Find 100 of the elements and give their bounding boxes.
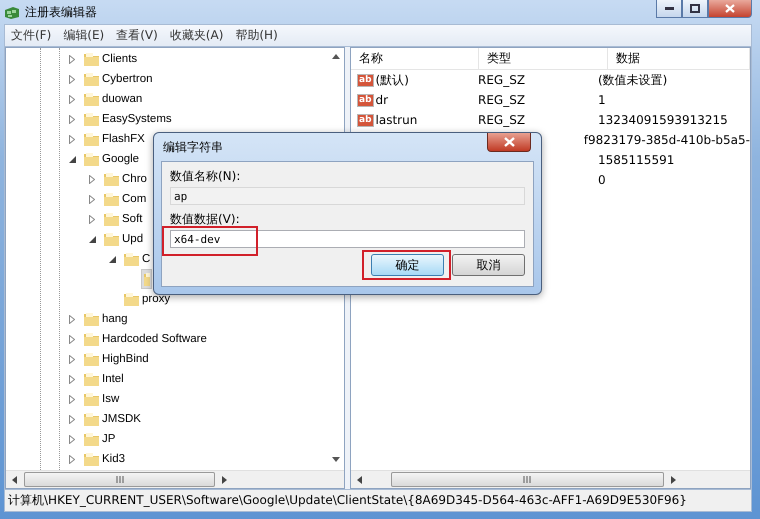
scroll-right-icon[interactable] xyxy=(221,476,228,484)
horizontal-scrollbar[interactable] xyxy=(6,470,344,488)
folder-icon xyxy=(123,251,140,267)
tree-item[interactable]: Cybertron xyxy=(82,70,154,88)
minimize-button[interactable] xyxy=(656,0,682,18)
expand-icon[interactable] xyxy=(69,134,75,144)
tree-item[interactable]: HighBind xyxy=(82,350,150,368)
tree-item[interactable]: Isw xyxy=(82,390,120,408)
tree-item[interactable]: FlashFX xyxy=(82,130,146,148)
maximize-icon xyxy=(690,4,700,13)
expand-icon[interactable] xyxy=(69,94,75,104)
minimize-icon xyxy=(664,7,674,10)
value-data: 1585115591 xyxy=(598,153,674,167)
column-header[interactable]: 数据 xyxy=(608,48,750,69)
folder-icon xyxy=(103,231,120,247)
folder-icon xyxy=(83,351,100,367)
tree-item[interactable]: Com xyxy=(102,190,148,208)
tree-item[interactable]: Soft xyxy=(102,210,144,228)
folder-icon xyxy=(103,191,120,207)
registry-editor-icon xyxy=(4,4,20,20)
expand-icon[interactable] xyxy=(69,374,75,384)
value-data-field[interactable]: x64-dev xyxy=(170,230,525,248)
tree-item[interactable]: duowan xyxy=(82,90,144,108)
folder-icon xyxy=(83,331,100,347)
field-label: 数值数据(V): xyxy=(170,211,241,228)
value-data: f9823179-385d-410b-b5a5- xyxy=(584,133,750,147)
tree-item[interactable]: Chro xyxy=(102,170,148,188)
tree-item[interactable]: Upd xyxy=(102,230,144,248)
horizontal-scrollbar[interactable] xyxy=(351,470,750,488)
expand-icon[interactable] xyxy=(69,314,75,324)
scroll-up-icon[interactable] xyxy=(332,54,340,59)
ok-button[interactable]: 确定 xyxy=(371,254,444,276)
column-header[interactable]: 类型 xyxy=(479,48,608,69)
folder-icon xyxy=(83,391,100,407)
folder-icon xyxy=(83,71,100,87)
close-icon xyxy=(725,4,735,13)
menu-item[interactable]: 帮助(H) xyxy=(229,27,284,44)
folder-icon xyxy=(103,171,120,187)
expand-icon[interactable] xyxy=(89,214,95,224)
menu-item[interactable]: 文件(F) xyxy=(5,27,58,44)
maximize-button[interactable] xyxy=(682,0,708,18)
expand-icon[interactable] xyxy=(69,414,75,424)
folder-icon xyxy=(83,131,100,147)
scroll-down-icon[interactable] xyxy=(332,457,340,462)
string-value-icon: ab xyxy=(357,114,374,126)
collapse-icon[interactable] xyxy=(109,256,116,262)
value-name: dr xyxy=(376,93,388,107)
expand-icon[interactable] xyxy=(89,174,95,184)
close-button[interactable] xyxy=(487,133,531,152)
string-value-icon: ab xyxy=(357,74,374,86)
tree-item[interactable]: JP xyxy=(82,430,116,448)
grip-icon xyxy=(116,476,124,483)
tree-item[interactable]: Intel xyxy=(82,370,125,388)
scroll-right-icon[interactable] xyxy=(670,476,676,484)
window-title: 注册表编辑器 xyxy=(25,4,97,20)
menu-item[interactable]: 编辑(E) xyxy=(57,27,110,44)
tree-item[interactable]: hang xyxy=(82,310,129,328)
expand-icon[interactable] xyxy=(69,114,75,124)
folder-icon xyxy=(83,311,100,327)
collapse-icon[interactable] xyxy=(69,156,76,162)
expand-icon[interactable] xyxy=(69,354,75,364)
value-data: 13234091593913215 xyxy=(598,113,728,127)
expand-icon[interactable] xyxy=(69,54,75,64)
folder-icon xyxy=(103,211,120,227)
close-button[interactable] xyxy=(708,0,752,18)
string-value-icon: ab xyxy=(357,94,374,106)
collapse-icon[interactable] xyxy=(89,236,96,242)
expand-icon[interactable] xyxy=(69,394,75,404)
folder-icon xyxy=(83,51,100,67)
tree-item[interactable]: proxy xyxy=(122,290,172,308)
expand-icon[interactable] xyxy=(89,194,95,204)
expand-icon[interactable] xyxy=(69,74,75,84)
cancel-button[interactable]: 取消 xyxy=(452,254,525,276)
tree-item[interactable]: Google xyxy=(82,150,140,168)
grip-icon xyxy=(523,476,532,483)
folder-icon xyxy=(83,111,100,127)
expand-icon[interactable] xyxy=(69,454,75,464)
scroll-left-icon[interactable] xyxy=(357,476,363,484)
folder-icon xyxy=(83,91,100,107)
tree-item[interactable]: JMSDK xyxy=(82,410,142,428)
status-bar: 计算机\HKEY_CURRENT_USER\Software\Google\Update\ClientState\{8A69D345-D564-463c-AFF1-A69D9E530F96} xyxy=(4,490,752,512)
tree-item[interactable]: Kid3 xyxy=(82,450,126,468)
menu-item[interactable]: 查看(V) xyxy=(110,27,164,44)
expand-icon[interactable] xyxy=(69,434,75,444)
menu-item[interactable]: 收藏夹(A) xyxy=(164,27,230,44)
folder-icon xyxy=(83,451,100,467)
value-type: REG_SZ xyxy=(478,73,526,87)
value-data: 1 xyxy=(598,93,606,107)
value-type: REG_SZ xyxy=(478,93,526,107)
scroll-thumb[interactable] xyxy=(24,472,216,487)
tree-item[interactable]: C xyxy=(122,250,152,268)
tree-item[interactable]: Hardcoded Software xyxy=(82,330,208,348)
value-data: (数值未设置) xyxy=(598,72,668,88)
scroll-thumb[interactable] xyxy=(391,472,664,487)
tree-item[interactable]: Clients xyxy=(82,50,138,68)
column-header[interactable]: 名称 xyxy=(351,48,479,69)
expand-icon[interactable] xyxy=(69,334,75,344)
tree-item[interactable]: EasySystems xyxy=(82,110,173,128)
scroll-left-icon[interactable] xyxy=(12,476,18,484)
value-name-field[interactable]: ap xyxy=(170,187,525,205)
